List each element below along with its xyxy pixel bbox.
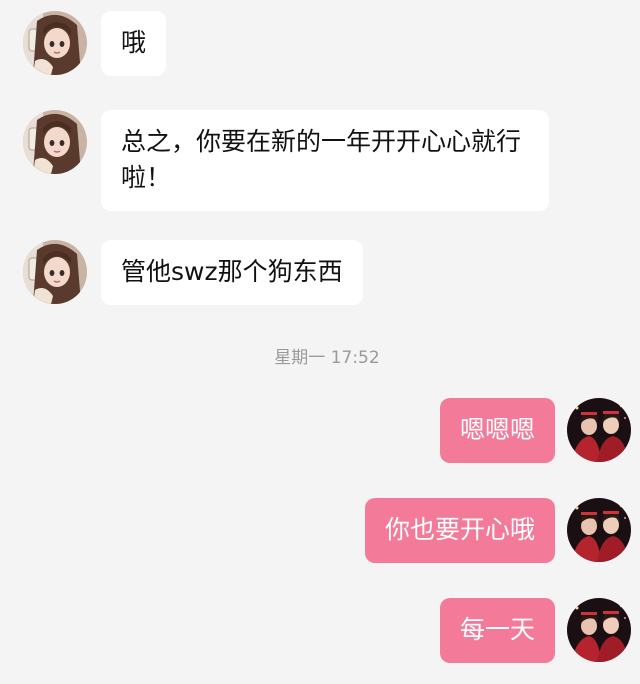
message-row-incoming: 哦 — [0, 11, 640, 76]
my-avatar-photo — [567, 498, 631, 562]
message-row-outgoing: 嗯嗯嗯 — [0, 398, 640, 463]
message-text: 总之，你要在新的一年开开心心就行啦！ — [121, 127, 522, 192]
message-timestamp: 星期一 17:52 — [274, 348, 380, 368]
message-bubble[interactable]: 哦 — [101, 11, 167, 76]
message-row-outgoing: 你也要开心哦 — [0, 498, 640, 563]
message-text: 管他swz那个狗东西 — [121, 257, 343, 286]
message-row-outgoing: 每一天 — [0, 598, 640, 663]
message-bubble[interactable]: 嗯嗯嗯 — [439, 398, 555, 463]
my-avatar-photo — [567, 398, 631, 462]
message-text: 嗯嗯嗯 — [459, 415, 535, 444]
message-bubble[interactable]: 总之，你要在新的一年开开心心就行啦！ — [101, 110, 549, 211]
contact-avatar-illustration — [23, 110, 87, 174]
message-text: 每一天 — [459, 615, 535, 644]
contact-avatar-illustration — [23, 11, 87, 75]
my-avatar[interactable] — [567, 598, 631, 662]
message-bubble[interactable]: 每一天 — [439, 598, 555, 663]
contact-avatar[interactable] — [23, 11, 87, 75]
message-text: 你也要开心哦 — [384, 515, 535, 544]
contact-avatar[interactable] — [23, 110, 87, 174]
message-text: 哦 — [121, 28, 147, 57]
chat-message-list[interactable]: 哦 总之，你要在新的一年开开心心就行啦！ 管他swz那个狗东西 星期一 17:5… — [0, 0, 640, 684]
contact-avatar[interactable] — [23, 240, 87, 304]
contact-avatar-illustration — [23, 240, 87, 304]
my-avatar[interactable] — [567, 398, 631, 462]
message-bubble[interactable]: 管他swz那个狗东西 — [101, 240, 363, 305]
my-avatar[interactable] — [567, 498, 631, 562]
message-row-incoming: 管他swz那个狗东西 — [0, 240, 640, 305]
message-bubble[interactable]: 你也要开心哦 — [364, 498, 555, 563]
my-avatar-photo — [567, 598, 631, 662]
message-row-incoming: 总之，你要在新的一年开开心心就行啦！ — [0, 110, 640, 211]
